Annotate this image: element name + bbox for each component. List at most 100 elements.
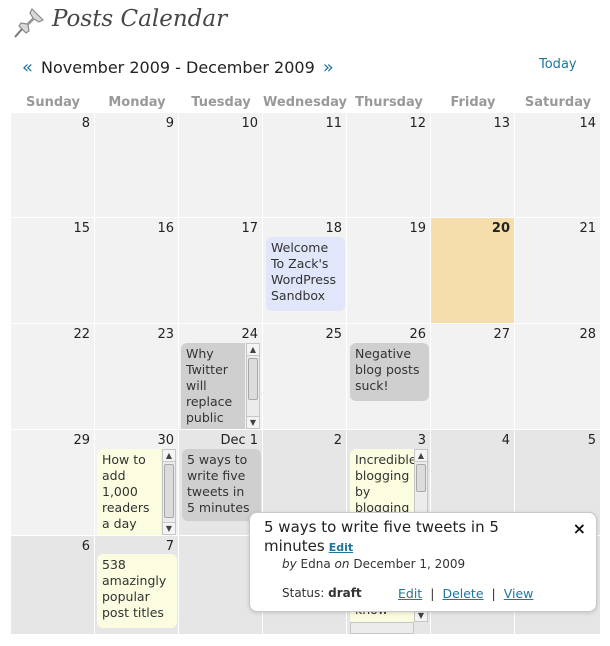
day-number: 22 [73, 327, 90, 342]
post-scrollbar[interactable]: ▲ ▼ [162, 449, 176, 535]
on-label: on [334, 557, 350, 571]
day-cell[interactable]: 19 [347, 218, 431, 324]
scroll-up-icon[interactable]: ▲ [163, 450, 175, 462]
day-number: 19 [409, 221, 426, 236]
day-cell[interactable]: 30 How to add 1,000 readers a day ▲ ▼ [95, 430, 179, 536]
pushpin-icon [14, 7, 45, 38]
day-number: 27 [493, 327, 510, 342]
day-number: 4 [501, 433, 510, 448]
edit-link[interactable]: Edit [398, 586, 422, 601]
day-cell[interactable]: 16 [95, 218, 179, 324]
scroll-up-icon[interactable]: ▲ [247, 344, 259, 356]
weekday-friday: Friday [450, 95, 496, 110]
page-title: Posts Calendar [52, 6, 228, 32]
day-number: 21 [579, 221, 596, 236]
day-number: 5 [587, 433, 596, 448]
day-number: 29 [73, 433, 90, 448]
day-cell[interactable]: 17 [179, 218, 263, 324]
day-cell[interactable]: 27 [431, 324, 515, 430]
scroll-down-icon[interactable]: ▼ [247, 416, 259, 428]
day-number: 11 [325, 116, 342, 131]
weekday-saturday: Saturday [524, 95, 592, 110]
weekday-header: Sunday Monday Tuesday Wednesday Thursday… [11, 95, 601, 113]
day-cell[interactable]: 22 [11, 324, 95, 430]
scroll-thumb[interactable] [248, 358, 258, 400]
post-hscrollbar[interactable] [350, 622, 414, 634]
post-item-draft[interactable]: Why Twitter will replace public [181, 343, 245, 429]
next-month-button[interactable]: » [323, 57, 334, 78]
day-number: 7 [165, 539, 174, 554]
prev-month-button[interactable]: « [22, 57, 33, 78]
day-number: 25 [325, 327, 342, 342]
day-number: Dec 1 [220, 433, 258, 448]
popup-meta: by Edna on December 1, 2009 [282, 557, 465, 571]
status-value: draft [328, 586, 362, 600]
scroll-down-icon[interactable]: ▼ [163, 522, 175, 534]
popup-actions: Edit | Delete | View [398, 586, 533, 601]
day-cell-today[interactable]: 20 [431, 218, 515, 324]
weekday-tuesday: Tuesday [191, 95, 251, 110]
view-link[interactable]: View [504, 586, 534, 601]
close-icon[interactable]: × [573, 519, 586, 538]
day-number: 8 [81, 116, 90, 131]
day-number: 18 [325, 221, 342, 236]
day-number: 28 [579, 327, 596, 342]
popup-edit-title-link[interactable]: Edit [329, 541, 353, 554]
post-item-draft[interactable]: 5 ways to write five tweets in 5 minutes [182, 449, 261, 521]
day-cell[interactable]: 9 [95, 113, 179, 218]
post-item-scheduled[interactable]: 538 amazingly popular post titles [97, 554, 177, 628]
day-number: 23 [157, 327, 174, 342]
day-number: 17 [241, 221, 258, 236]
date-range-label: November 2009 - December 2009 [41, 57, 315, 77]
day-cell[interactable]: 12 [347, 113, 431, 218]
weekday-sunday: Sunday [25, 95, 81, 110]
day-cell[interactable]: 6 [11, 536, 95, 635]
post-scrollbar[interactable]: ▲ ▼ [246, 343, 260, 429]
day-number: 12 [409, 116, 426, 131]
day-number: 13 [493, 116, 510, 131]
post-item-published[interactable]: Welcome To Zack's WordPress Sandbox [266, 237, 345, 311]
day-number: 24 [241, 327, 258, 342]
month-navigation: « November 2009 - December 2009 » [22, 56, 334, 78]
day-number: 30 [157, 433, 174, 448]
day-cell[interactable]: 11 [263, 113, 347, 218]
scroll-thumb[interactable] [164, 464, 174, 518]
day-number: 26 [409, 327, 426, 342]
day-cell[interactable]: 26 Negative blog posts suck! [347, 324, 431, 430]
day-cell[interactable]: 28 [515, 324, 601, 430]
day-cell[interactable]: 29 [11, 430, 95, 536]
popup-title-text: 5 ways to write five tweets in 5 minutes [264, 518, 499, 555]
scroll-up-icon[interactable]: ▲ [415, 450, 427, 462]
day-cell[interactable]: 23 [95, 324, 179, 430]
day-number: 6 [81, 539, 90, 554]
day-number: 20 [491, 221, 510, 236]
day-number: 14 [579, 116, 596, 131]
day-cell[interactable]: 10 [179, 113, 263, 218]
post-details-popup: 5 ways to write five tweets in 5 minutes… [249, 512, 597, 612]
day-number: 16 [157, 221, 174, 236]
weekday-thursday: Thursday [355, 95, 423, 110]
weekday-wednesday: Wednesday [263, 95, 347, 110]
day-number: 9 [165, 116, 174, 131]
popup-title: 5 ways to write five tweets in 5 minutes… [264, 518, 554, 557]
day-cell[interactable]: 8 [11, 113, 95, 218]
separator: | [491, 586, 496, 601]
author-name: Edna [300, 557, 331, 571]
post-date: December 1, 2009 [353, 557, 466, 571]
day-cell[interactable]: 25 [263, 324, 347, 430]
day-cell[interactable]: 21 [515, 218, 601, 324]
post-item-scheduled[interactable]: How to add 1,000 readers a day [97, 449, 161, 535]
day-number: 10 [241, 116, 258, 131]
day-cell[interactable]: 24 Why Twitter will replace public ▲ ▼ [179, 324, 263, 430]
by-label: by [282, 557, 297, 571]
day-cell[interactable]: 15 [11, 218, 95, 324]
day-cell[interactable]: 14 [515, 113, 601, 218]
day-cell[interactable]: 13 [431, 113, 515, 218]
delete-link[interactable]: Delete [442, 586, 483, 601]
today-link[interactable]: Today [539, 57, 577, 72]
day-cell[interactable]: 7 538 amazingly popular post titles [95, 536, 179, 635]
day-number: 15 [73, 221, 90, 236]
post-item-draft[interactable]: Negative blog posts suck! [350, 343, 429, 401]
day-cell[interactable]: 18 Welcome To Zack's WordPress Sandbox [263, 218, 347, 324]
scroll-thumb[interactable] [416, 464, 426, 492]
